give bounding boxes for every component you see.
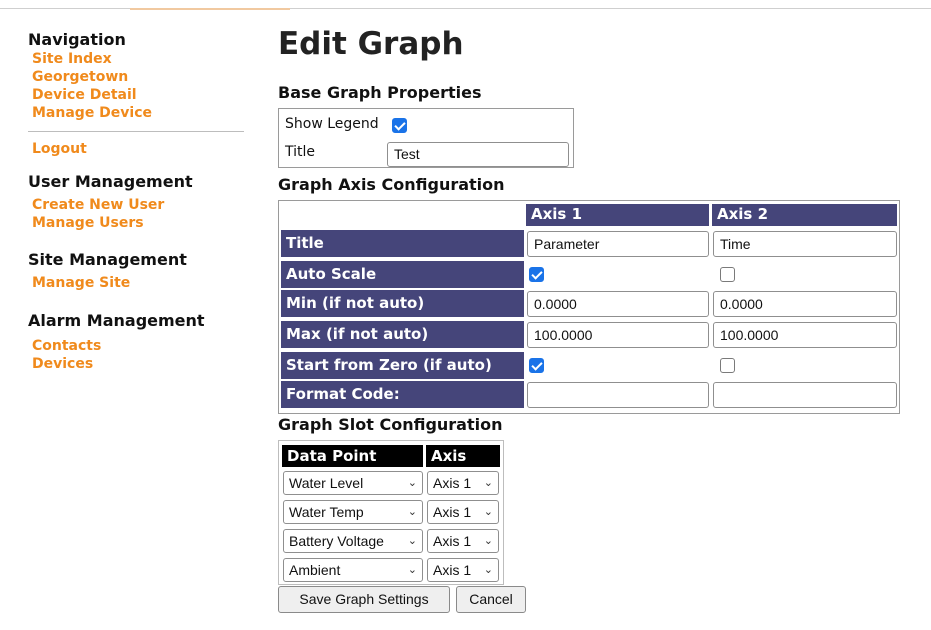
graph-title-input[interactable]: Test — [387, 142, 569, 167]
axis2-column-header: Axis 2 — [712, 204, 897, 226]
chevron-down-icon: ⌄ — [407, 477, 417, 489]
row-label-auto-scale: Auto Scale — [281, 261, 524, 288]
slot2-data-point-select[interactable]: Water Temp ⌄ — [283, 500, 423, 524]
sidebar-link-site-index[interactable]: Site Index — [32, 50, 248, 68]
chevron-down-icon: ⌄ — [483, 506, 493, 518]
sidebar-link-manage-site[interactable]: Manage Site — [32, 274, 248, 292]
axis2-auto-scale-checkbox[interactable] — [720, 267, 735, 282]
slot3-axis-select[interactable]: Axis 1 ⌄ — [427, 529, 499, 553]
row-label-max: Max (if not auto) — [281, 321, 524, 348]
slot-config-heading: Graph Slot Configuration — [278, 415, 503, 434]
axis-column-header: Axis — [426, 445, 500, 467]
slot2-data-point-value: Water Temp — [289, 504, 364, 520]
sidebar-link-contacts[interactable]: Contacts — [32, 337, 248, 355]
slot4-axis-value: Axis 1 — [433, 562, 472, 578]
sidebar-link-create-new-user[interactable]: Create New User — [32, 196, 248, 214]
sidebar-link-manage-device[interactable]: Manage Device — [32, 104, 248, 122]
axis2-title-input[interactable]: Time — [713, 231, 897, 257]
data-point-column-header: Data Point — [282, 445, 423, 467]
base-properties-box: Show Legend Title Test — [278, 108, 574, 168]
slot3-axis-value: Axis 1 — [433, 533, 472, 549]
axis1-max-input[interactable]: 100.0000 — [527, 322, 709, 348]
save-graph-settings-button[interactable]: Save Graph Settings — [278, 586, 450, 613]
base-properties-heading: Base Graph Properties — [278, 83, 482, 102]
slot3-data-point-select[interactable]: Battery Voltage ⌄ — [283, 529, 423, 553]
slot4-data-point-select[interactable]: Ambient ⌄ — [283, 558, 423, 582]
chevron-down-icon: ⌄ — [407, 564, 417, 576]
axis1-start-zero-checkbox[interactable] — [529, 358, 544, 373]
sidebar-divider — [28, 131, 244, 132]
slot2-axis-select[interactable]: Axis 1 ⌄ — [427, 500, 499, 524]
axis-config-table: Axis 1 Axis 2 Title Parameter Time Auto … — [278, 200, 900, 414]
cancel-button[interactable]: Cancel — [456, 586, 526, 613]
axis1-title-input[interactable]: Parameter — [527, 231, 709, 257]
slot4-axis-select[interactable]: Axis 1 ⌄ — [427, 558, 499, 582]
chevron-down-icon: ⌄ — [407, 535, 417, 547]
slot1-data-point-value: Water Level — [289, 475, 364, 491]
axis2-min-input[interactable]: 0.0000 — [713, 291, 897, 317]
graph-title-label: Title — [285, 144, 316, 160]
sidebar-heading-site-management: Site Management — [28, 250, 187, 269]
axis1-format-code-input[interactable] — [527, 382, 709, 408]
show-legend-label: Show Legend — [285, 116, 379, 132]
slot1-axis-select[interactable]: Axis 1 ⌄ — [427, 471, 499, 495]
frame-accent-line — [130, 8, 290, 10]
sidebar-link-logout[interactable]: Logout — [32, 140, 248, 158]
page-title: Edit Graph — [278, 26, 464, 62]
axis1-column-header: Axis 1 — [526, 204, 709, 226]
axis1-min-input[interactable]: 0.0000 — [527, 291, 709, 317]
sidebar-heading-navigation: Navigation — [28, 30, 126, 49]
row-label-min: Min (if not auto) — [281, 290, 524, 317]
sidebar-heading-user-management: User Management — [28, 172, 193, 191]
sidebar-link-device-detail[interactable]: Device Detail — [32, 86, 248, 104]
axis-config-heading: Graph Axis Configuration — [278, 175, 505, 194]
sidebar-heading-alarm-management: Alarm Management — [28, 311, 205, 330]
sidebar-link-georgetown[interactable]: Georgetown — [32, 68, 248, 86]
chevron-down-icon: ⌄ — [407, 506, 417, 518]
sidebar: Navigation Site Index Georgetown Device … — [28, 30, 248, 373]
sidebar-link-devices[interactable]: Devices — [32, 355, 248, 373]
show-legend-checkbox[interactable] — [392, 118, 407, 133]
slot1-data-point-select[interactable]: Water Level ⌄ — [283, 471, 423, 495]
slot1-axis-value: Axis 1 — [433, 475, 472, 491]
slot3-data-point-value: Battery Voltage — [289, 533, 384, 549]
axis2-format-code-input[interactable] — [713, 382, 897, 408]
row-label-title: Title — [281, 230, 524, 257]
slot4-data-point-value: Ambient — [289, 562, 341, 578]
sidebar-link-manage-users[interactable]: Manage Users — [32, 214, 248, 232]
axis2-max-input[interactable]: 100.0000 — [713, 322, 897, 348]
slot-config-table: Data Point Axis Water Level ⌄ Axis 1 ⌄ Wat… — [278, 440, 504, 585]
row-label-start-from-zero: Start from Zero (if auto) — [281, 352, 524, 379]
chevron-down-icon: ⌄ — [483, 564, 493, 576]
axis1-auto-scale-checkbox[interactable] — [529, 267, 544, 282]
axis2-start-zero-checkbox[interactable] — [720, 358, 735, 373]
row-label-format-code: Format Code: — [281, 381, 524, 408]
chevron-down-icon: ⌄ — [483, 477, 493, 489]
slot2-axis-value: Axis 1 — [433, 504, 472, 520]
chevron-down-icon: ⌄ — [483, 535, 493, 547]
